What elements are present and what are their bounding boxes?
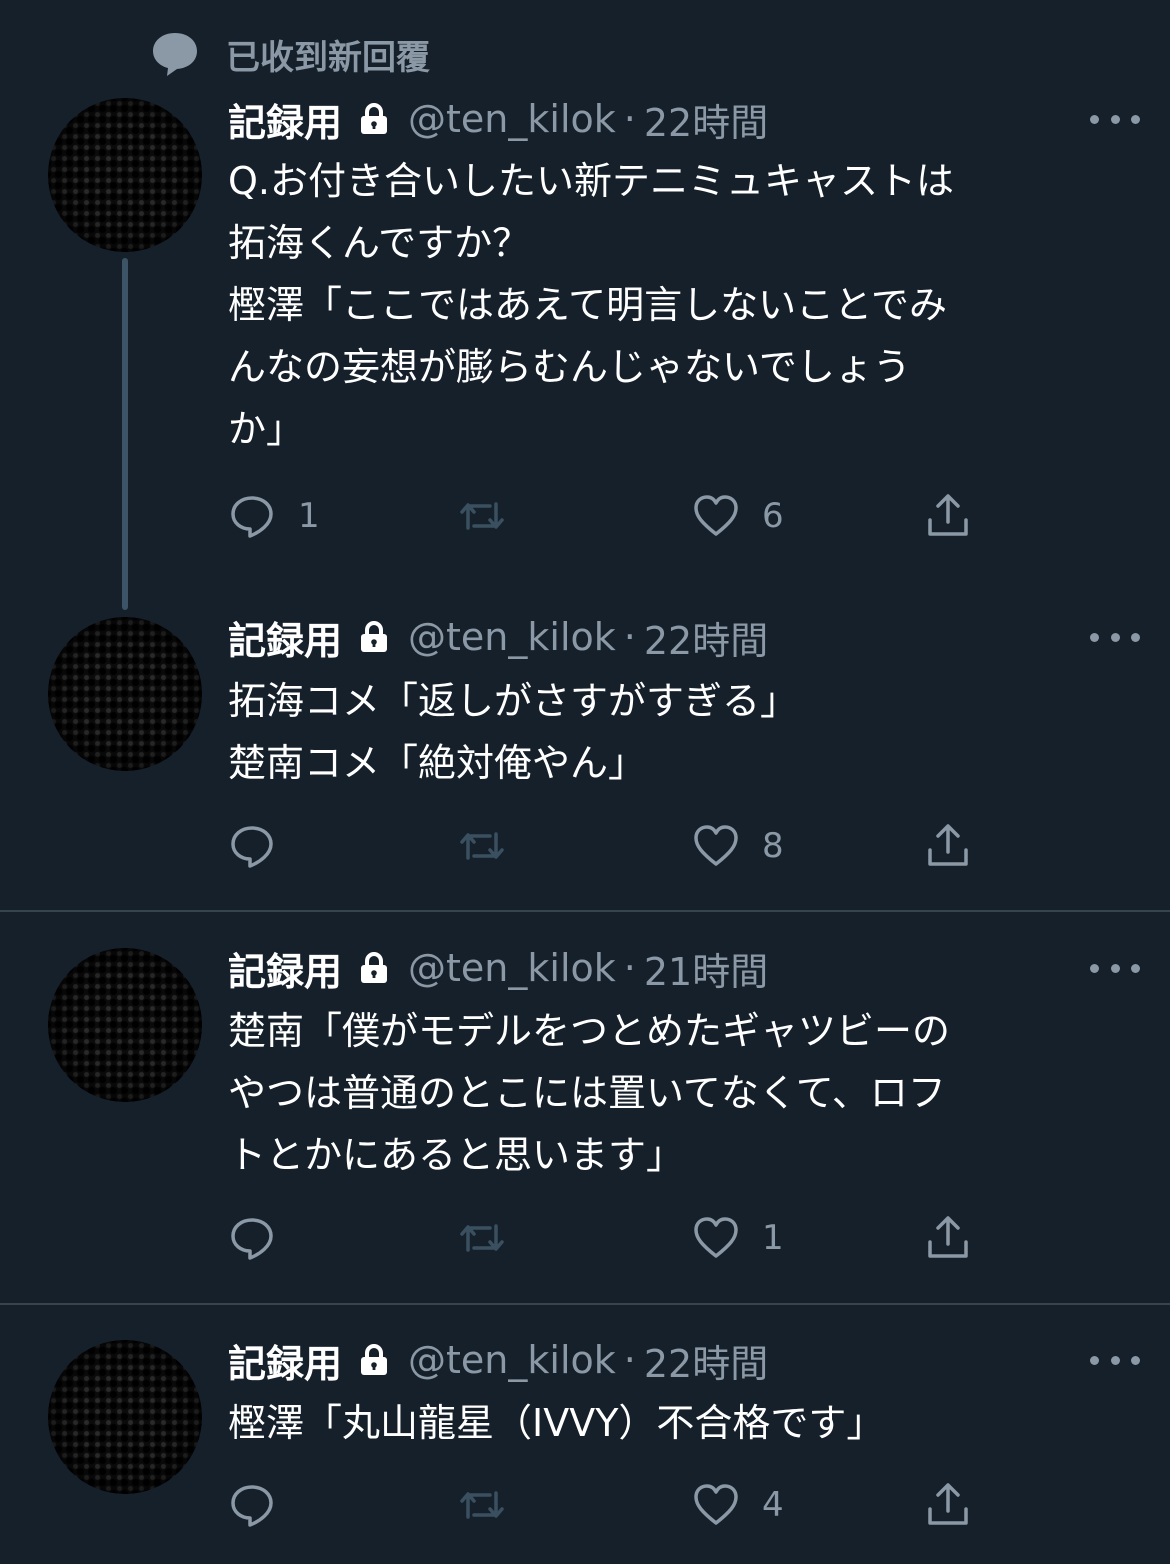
lock-icon xyxy=(354,1340,394,1380)
reply-icon xyxy=(231,1485,273,1527)
more-options-icon[interactable] xyxy=(1090,104,1140,134)
separator-dot: · xyxy=(623,615,636,659)
reply-button[interactable] xyxy=(228,1475,298,1535)
avatar[interactable] xyxy=(48,1340,202,1494)
like-count: 4 xyxy=(762,1485,784,1525)
avatar[interactable] xyxy=(48,98,202,252)
like-button[interactable]: 6 xyxy=(692,486,784,546)
retweet-icon xyxy=(460,1491,504,1519)
share-icon xyxy=(928,494,968,536)
timestamp[interactable]: 22時間 xyxy=(644,1333,768,1388)
display-name[interactable]: 記録用 xyxy=(228,1333,342,1388)
share-icon xyxy=(928,1483,968,1525)
timestamp[interactable]: 21時間 xyxy=(644,941,768,996)
user-handle[interactable]: @ten_kilok xyxy=(408,615,616,659)
more-options-icon[interactable] xyxy=(1090,953,1140,983)
tweet-actions: 8 xyxy=(228,816,988,876)
user-handle[interactable]: @ten_kilok xyxy=(408,946,616,990)
reply-icon xyxy=(231,826,273,868)
retweet-icon xyxy=(460,1224,504,1252)
reply-button[interactable] xyxy=(228,816,298,876)
like-count: 6 xyxy=(762,496,784,536)
more-options-icon[interactable] xyxy=(1090,1345,1140,1375)
retweet-icon xyxy=(460,832,504,860)
tweet-header: 記録用 @ten_kilok · 22時間 xyxy=(228,1333,768,1388)
reply-button[interactable] xyxy=(228,1208,298,1268)
avatar[interactable] xyxy=(48,948,202,1102)
share-button[interactable] xyxy=(924,816,972,876)
tweet-text: 楚南「僕がモデルをつとめたギャツビーの やつは普通のとこには置いてなくて、ロフ … xyxy=(228,1009,951,1177)
like-count: 8 xyxy=(762,826,784,866)
separator-dot: · xyxy=(623,97,636,141)
tweet-header: 記録用 @ten_kilok · 21時間 xyxy=(228,941,768,996)
speech-bubble-icon xyxy=(153,33,197,76)
tweet-header: 記録用 @ten_kilok · 22時間 xyxy=(228,92,768,147)
separator-dot: · xyxy=(623,1338,636,1382)
display-name[interactable]: 記録用 xyxy=(228,92,342,147)
tweet-actions: 1 xyxy=(228,1208,988,1268)
lock-icon xyxy=(354,617,394,657)
user-handle[interactable]: @ten_kilok xyxy=(408,97,616,141)
retweet-button[interactable] xyxy=(458,486,528,546)
tweet-header: 記録用 @ten_kilok · 22時間 xyxy=(228,610,768,665)
tweet-text: 拓海コメ「返しがさすがすぎる」 楚南コメ「絶対俺やん」 xyxy=(228,679,799,785)
retweet-button[interactable] xyxy=(458,1208,528,1268)
tweet-text: 樫澤「丸山龍星（IVVY）不合格です」 xyxy=(228,1401,885,1445)
like-count: 1 xyxy=(762,1218,784,1258)
notice-label: 已收到新回覆 xyxy=(226,37,430,78)
avatar[interactable] xyxy=(48,617,202,771)
tweet-divider xyxy=(0,910,1170,912)
retweet-icon xyxy=(460,502,504,530)
timestamp[interactable]: 22時間 xyxy=(644,92,768,147)
reply-icon xyxy=(231,1218,273,1260)
share-icon xyxy=(928,1216,968,1258)
heart-icon xyxy=(694,1217,738,1258)
like-button[interactable]: 1 xyxy=(692,1208,784,1268)
display-name[interactable]: 記録用 xyxy=(228,610,342,665)
retweet-button[interactable] xyxy=(458,1475,528,1535)
reply-button[interactable]: 1 xyxy=(228,486,320,546)
retweet-button[interactable] xyxy=(458,816,528,876)
tweet-text: Q.お付き合いしたい新テニミュキャストは 拓海くんですか？ 樫澤「ここではあえて… xyxy=(228,159,954,451)
lock-icon xyxy=(354,948,394,988)
tweet-actions: 4 xyxy=(228,1475,988,1535)
reply-count: 1 xyxy=(298,496,320,536)
timestamp[interactable]: 22時間 xyxy=(644,610,768,665)
heart-icon xyxy=(694,495,738,536)
user-handle[interactable]: @ten_kilok xyxy=(408,1338,616,1382)
share-button[interactable] xyxy=(924,1208,972,1268)
tweet-divider xyxy=(0,1303,1170,1305)
new-reply-notice[interactable]: 已收到新回覆 xyxy=(150,28,430,80)
share-button[interactable] xyxy=(924,1475,972,1535)
lock-icon xyxy=(354,99,394,139)
thread-connector-line xyxy=(122,258,128,610)
more-options-icon[interactable] xyxy=(1090,622,1140,652)
like-button[interactable]: 4 xyxy=(692,1475,784,1535)
like-button[interactable]: 8 xyxy=(692,816,784,876)
share-icon xyxy=(928,824,968,866)
heart-icon xyxy=(694,825,738,866)
heart-icon xyxy=(694,1484,738,1525)
separator-dot: · xyxy=(623,946,636,990)
tweet-actions: 1 6 xyxy=(228,486,988,546)
display-name[interactable]: 記録用 xyxy=(228,941,342,996)
reply-icon xyxy=(231,496,273,538)
share-button[interactable] xyxy=(924,486,972,546)
